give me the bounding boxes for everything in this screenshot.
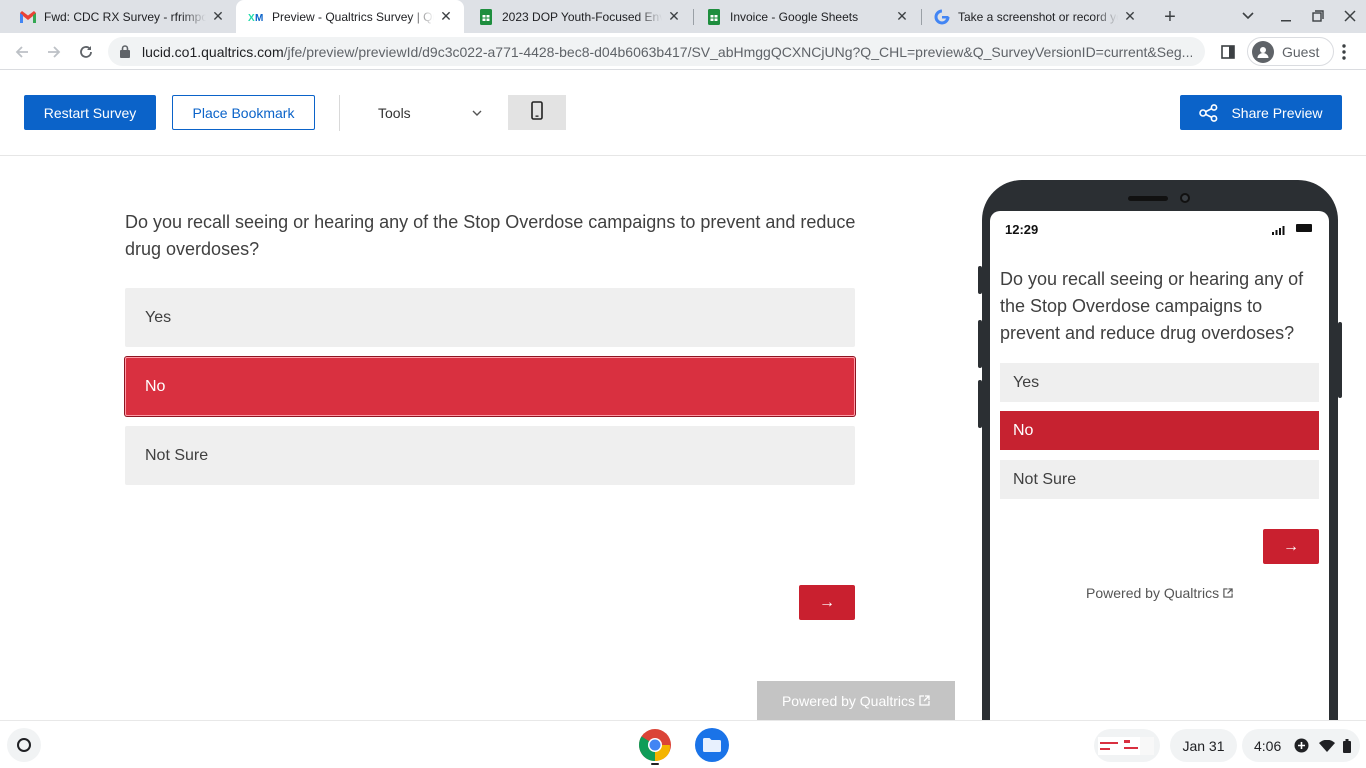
phone-speaker: [1128, 196, 1168, 201]
powered-by-qualtrics-link[interactable]: Powered by Qualtrics: [757, 681, 955, 720]
phone-side-button: [978, 266, 982, 294]
os-shelf: Jan 31 4:06: [0, 720, 1366, 768]
menu-kebab-icon[interactable]: [1330, 38, 1358, 66]
phone-side-button: [978, 320, 982, 368]
external-link-icon: [919, 695, 930, 706]
url-path: /jfe/preview/previewId/d9c3c022-a771-442…: [283, 43, 1192, 60]
lock-icon[interactable]: [120, 45, 134, 59]
back-icon[interactable]: [8, 38, 36, 66]
phone-side-button: [978, 380, 982, 428]
share-icon: [1199, 103, 1219, 122]
close-icon[interactable]: ✕: [210, 8, 226, 25]
svg-text:M: M: [255, 13, 263, 22]
share-preview-label: Share Preview: [1231, 104, 1323, 121]
tab-google-help[interactable]: Take a screenshot or record your screen …: [922, 0, 1148, 33]
question-text: Do you recall seeing or hearing any of t…: [125, 212, 856, 259]
mobile-choice-not-sure[interactable]: Not Sure: [1000, 460, 1319, 499]
tab-dop-sheet[interactable]: 2023 DOP Youth-Focused Env ✕: [466, 0, 692, 33]
mobile-powered-by-label: Powered by Qualtrics: [1086, 585, 1220, 601]
close-icon[interactable]: ✕: [438, 8, 454, 25]
sheets-icon: [478, 8, 494, 25]
tab-invoice-sheet[interactable]: Invoice - Google Sheets ✕: [694, 0, 920, 33]
tab-title: Preview - Qualtrics Survey | Qualtrics: [272, 9, 434, 24]
chrome-app-icon[interactable]: [638, 728, 672, 762]
tools-dropdown[interactable]: Tools: [378, 95, 482, 131]
files-app-icon[interactable]: [695, 728, 729, 762]
choice-no-selected[interactable]: No: [125, 357, 855, 416]
date-tray[interactable]: Jan 31: [1170, 729, 1237, 762]
url-host: lucid.co1.qualtrics.com: [142, 43, 284, 60]
mobile-status-bar: 12:29: [990, 211, 1329, 245]
close-icon[interactable]: ✕: [1122, 8, 1138, 25]
browser-toolbar: lucid.co1.qualtrics.com/jfe/preview/prev…: [0, 33, 1366, 70]
xm-icon: XM: [248, 9, 264, 25]
battery-icon: [1343, 738, 1352, 753]
mobile-preview-frame: 12:29 Do you recall seeing or hearing an…: [978, 180, 1342, 740]
mobile-clock: 12:29: [1005, 222, 1039, 237]
mobile-powered-by-link[interactable]: Powered by Qualtrics: [990, 585, 1329, 601]
phone-side-button: [1338, 322, 1342, 398]
signal-icon: [1272, 223, 1285, 238]
side-panel-icon[interactable]: [1214, 38, 1242, 66]
gmail-icon: [20, 9, 36, 25]
add-circle-icon: [1294, 738, 1309, 753]
clock: 4:06: [1254, 737, 1282, 754]
mobile-choice-yes[interactable]: Yes: [1000, 363, 1319, 402]
svg-text:X: X: [248, 13, 255, 22]
profile-button[interactable]: Guest: [1247, 37, 1335, 66]
tab-title: Fwd: CDC RX Survey - rfrimpong: [44, 9, 206, 24]
choice-not-sure[interactable]: Not Sure: [125, 426, 855, 485]
wifi-icon: [1319, 739, 1336, 752]
share-preview-button[interactable]: Share Preview: [1180, 95, 1342, 130]
tab-gmail[interactable]: Fwd: CDC RX Survey - rfrimpong ✕: [8, 0, 236, 33]
tab-search-icon[interactable]: [1236, 4, 1260, 28]
restart-survey-button[interactable]: Restart Survey: [24, 95, 156, 130]
system-tray[interactable]: 4:06: [1242, 729, 1360, 762]
choice-yes[interactable]: Yes: [125, 288, 855, 347]
holding-space-tray[interactable]: [1094, 729, 1160, 762]
powered-by-label: Powered by Qualtrics: [781, 692, 916, 709]
profile-label: Guest: [1282, 43, 1320, 60]
launcher-circle-icon: [17, 738, 31, 752]
new-tab-button[interactable]: +: [1158, 5, 1182, 29]
google-icon: [934, 9, 950, 25]
tab-title: Take a screenshot or record your screen: [958, 9, 1118, 24]
preview-header: Restart Survey Place Bookmark Tools Shar…: [0, 71, 1366, 156]
close-window-icon[interactable]: [1338, 4, 1362, 28]
next-button[interactable]: →: [799, 585, 855, 620]
close-icon[interactable]: ✕: [894, 8, 910, 25]
reload-icon[interactable]: [72, 38, 100, 66]
minimize-icon[interactable]: [1274, 4, 1298, 28]
close-icon[interactable]: ✕: [666, 8, 682, 25]
phone-camera: [1180, 193, 1190, 203]
launcher-button[interactable]: [7, 728, 41, 762]
tab-title: 2023 DOP Youth-Focused Env: [502, 9, 662, 24]
avatar-icon: [1252, 40, 1274, 63]
battery-icon: [1296, 224, 1312, 232]
active-app-indicator: [651, 763, 659, 765]
chevron-down-icon: [472, 110, 482, 116]
url-text: lucid.co1.qualtrics.com/jfe/preview/prev…: [142, 44, 1192, 60]
external-link-icon: [1223, 585, 1233, 601]
place-bookmark-button[interactable]: Place Bookmark: [172, 95, 315, 130]
mobile-next-button[interactable]: →: [1263, 529, 1319, 564]
tools-label: Tools: [378, 105, 411, 121]
mobile-question-text: Do you recall seeing or hearing any of t…: [1000, 269, 1304, 343]
browser-tab-strip: Fwd: CDC RX Survey - rfrimpong ✕ XM Prev…: [0, 0, 1366, 33]
mobile-phone-icon: [531, 100, 543, 125]
forward-icon[interactable]: [40, 38, 68, 66]
mobile-screen: 12:29 Do you recall seeing or hearing an…: [990, 211, 1329, 740]
divider: [339, 95, 340, 131]
tab-qualtrics-preview[interactable]: XM Preview - Qualtrics Survey | Qualtric…: [236, 0, 464, 33]
restore-icon[interactable]: [1306, 4, 1330, 28]
mobile-choice-no-selected[interactable]: No: [1000, 411, 1319, 450]
mobile-view-toggle[interactable]: [508, 95, 566, 130]
address-bar[interactable]: lucid.co1.qualtrics.com/jfe/preview/prev…: [108, 37, 1205, 66]
tab-title: Invoice - Google Sheets: [730, 9, 859, 24]
sheets-icon: [706, 8, 722, 25]
